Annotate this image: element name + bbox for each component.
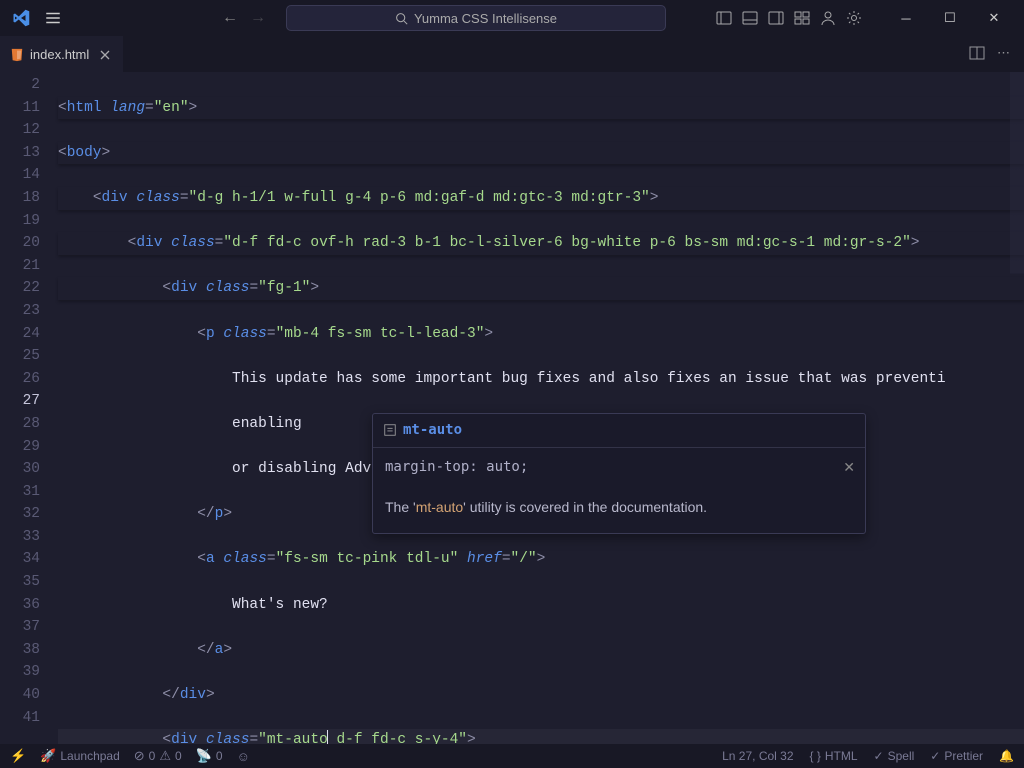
layout-left-icon[interactable] <box>716 10 732 26</box>
tab-index-html[interactable]: index.html <box>0 36 123 72</box>
status-problems[interactable]: ⊘0 ⚠0 <box>134 748 182 764</box>
titlebar: ← → Yumma CSS Intellisense ─ ☐ ✕ <box>0 0 1024 36</box>
status-spell[interactable]: ✓ Spell <box>874 749 915 763</box>
line-number-gutter: 2111213141819202122232425262728293031323… <box>0 72 58 744</box>
snippet-icon <box>383 423 397 437</box>
command-center[interactable]: Yumma CSS Intellisense <box>286 5 666 31</box>
layout-bottom-icon[interactable] <box>742 10 758 26</box>
gear-icon[interactable] <box>846 10 862 26</box>
close-icon[interactable]: ✕ <box>843 456 855 479</box>
status-cursor-pos[interactable]: Ln 27, Col 32 <box>722 749 793 763</box>
remote-indicator[interactable]: ⚡ <box>10 748 26 764</box>
layout-grid-icon[interactable] <box>794 10 810 26</box>
status-feedback-icon[interactable]: ☺ <box>237 749 250 764</box>
window-close-icon[interactable]: ✕ <box>972 0 1016 36</box>
intellisense-hover: mt-auto ✕ margin-top: auto; The 'mt-auto… <box>372 413 866 534</box>
suggest-name: mt-auto <box>403 419 462 442</box>
tab-filename: index.html <box>30 47 89 62</box>
code-editor[interactable]: 2111213141819202122232425262728293031323… <box>0 72 1024 744</box>
status-launchpad[interactable]: 🚀Launchpad <box>40 748 120 764</box>
status-prettier[interactable]: ✓ Prettier <box>930 749 983 763</box>
html-file-icon <box>10 48 24 62</box>
statusbar: ⚡ 🚀Launchpad ⊘0 ⚠0 📡0 ☺ Ln 27, Col 32 { … <box>0 744 1024 768</box>
split-editor-icon[interactable] <box>969 45 985 64</box>
suggest-css-rule: margin-top: auto; <box>385 456 853 479</box>
command-center-text: Yumma CSS Intellisense <box>414 11 557 26</box>
nav-forward-icon[interactable]: → <box>250 9 266 27</box>
status-language[interactable]: { } HTML <box>810 749 858 763</box>
editor-tabs: index.html ⋯ <box>0 36 1024 72</box>
hamburger-menu-icon[interactable] <box>44 9 62 27</box>
vscode-logo-icon <box>12 9 30 27</box>
close-icon[interactable] <box>97 47 113 63</box>
status-bell-icon[interactable]: 🔔 <box>999 749 1014 763</box>
layout-right-icon[interactable] <box>768 10 784 26</box>
window-maximize-icon[interactable]: ☐ <box>928 0 972 36</box>
code-content[interactable]: <html lang="en"> <body> <div class="d-g … <box>58 72 1024 744</box>
nav-back-icon[interactable]: ← <box>222 9 238 27</box>
account-icon[interactable] <box>820 10 836 26</box>
more-actions-icon[interactable]: ⋯ <box>997 45 1010 64</box>
status-ports[interactable]: 📡0 <box>196 748 223 764</box>
minimap[interactable] <box>1010 72 1024 744</box>
window-minimize-icon[interactable]: ─ <box>884 0 928 36</box>
search-icon <box>395 12 408 25</box>
suggest-doc: The 'mt-auto' utility is covered in the … <box>385 496 853 519</box>
